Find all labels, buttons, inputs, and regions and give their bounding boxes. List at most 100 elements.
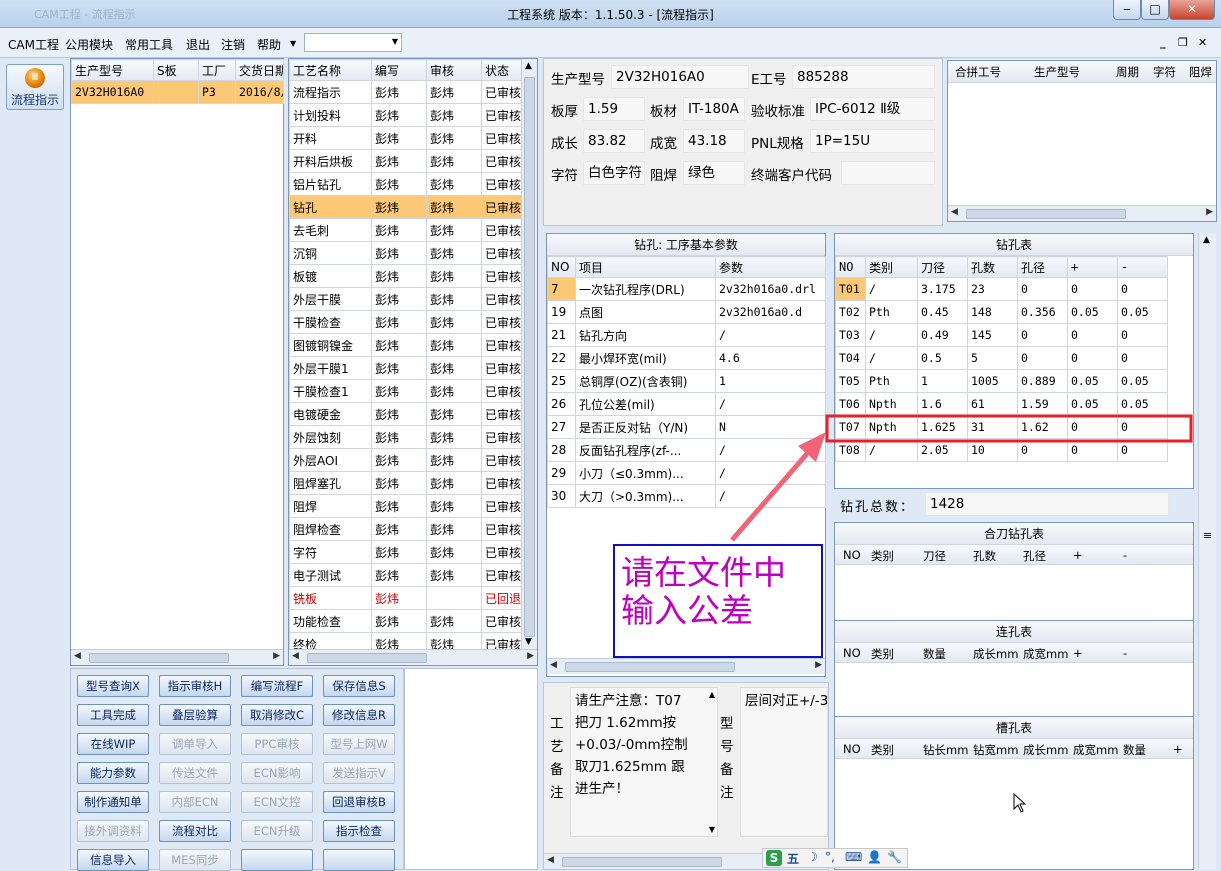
table-row[interactable]: 外层干膜 彭炜 彭炜 已审核 — [289, 287, 522, 311]
punctuation-icon[interactable]: °, — [825, 850, 835, 864]
action-button-26[interactable] — [241, 849, 313, 871]
sogou-icon[interactable]: S — [766, 850, 782, 866]
legend-field[interactable]: 白色字符 — [583, 161, 645, 185]
minimize-button[interactable]: ‒ — [1113, 0, 1141, 20]
action-button-3[interactable]: 保存信息S — [323, 675, 395, 697]
action-button-10[interactable]: PPC审核 — [241, 733, 313, 755]
action-button-9[interactable]: 调单导入 — [159, 733, 231, 755]
col-header-process[interactable]: 工艺名称 — [289, 59, 372, 81]
action-button-0[interactable]: 型号查询X — [77, 675, 149, 697]
col-header-no[interactable]: NO — [547, 256, 576, 278]
user-icon[interactable]: 👤 — [867, 850, 882, 864]
col-header-quantity[interactable]: 数量 — [923, 646, 946, 662]
table-row[interactable]: 阻焊检查 彭炜 彭炜 已审核 — [289, 517, 522, 541]
menu-exit[interactable]: 退出 — [186, 36, 210, 53]
col-header-combine-cycle[interactable]: 周期 — [1116, 64, 1139, 80]
col-header-no[interactable]: NO — [843, 548, 861, 562]
table-row[interactable]: 30 大刀（>0.3mm)... / — [547, 484, 826, 508]
table-row[interactable]: 21 钻孔方向 / — [547, 323, 826, 347]
action-button-2[interactable]: 编写流程F — [241, 675, 313, 697]
col-header-quantity[interactable]: 数量 — [1123, 742, 1146, 758]
action-button-22[interactable]: ECN升级 — [241, 820, 313, 842]
action-button-27[interactable] — [323, 849, 395, 871]
col-header-plus-tol[interactable]: + — [1073, 646, 1083, 660]
process-note-textarea[interactable]: 请生产注意：T07 把刀 1.62mm按 +0.03/-0mm控制 取刀1.62… — [570, 687, 718, 837]
table-row[interactable]: 干膜检查1 彭炜 彭炜 已审核 — [289, 379, 522, 403]
length-field[interactable]: 83.82 — [583, 129, 645, 153]
menu-help[interactable]: 帮助 — [257, 36, 281, 53]
table-row[interactable]: T02 Pth 0.45 148 0.356 0.05 0.05 — [835, 300, 1168, 324]
col-header-type[interactable]: 类别 — [871, 548, 894, 564]
action-button-20[interactable]: 接外调资料 — [77, 820, 149, 842]
action-button-24[interactable]: 信息导入 — [77, 849, 149, 871]
col-header-hole-count[interactable]: 孔数 — [967, 256, 1018, 278]
table-row[interactable]: 27 是否正反对钻（Y/N) N — [547, 415, 826, 439]
col-header-plus-tol[interactable]: + — [1073, 548, 1083, 562]
action-button-25[interactable]: MES同步 — [159, 849, 231, 871]
scroll-up-icon[interactable]: ▲ — [709, 690, 715, 699]
table-row[interactable]: 阻焊塞孔 彭炜 彭炜 已审核 — [289, 471, 522, 495]
process-list-hscroll[interactable]: ◀ ▶ — [289, 649, 537, 665]
table-row[interactable]: T01/3.175 23 0 0 0 — [835, 277, 1168, 301]
table-row[interactable]: 外层AOI 彭炜 彭炜 已审核 — [289, 448, 522, 472]
action-button-21[interactable]: 流程对比 — [159, 820, 231, 842]
menu-common-modules[interactable]: 公用模块 — [65, 36, 113, 53]
table-row[interactable]: 开料 彭炜 彭炜 已审核 — [289, 126, 522, 150]
col-header-no[interactable]: NO — [843, 742, 861, 756]
table-row[interactable]: 铝片钻孔 彭炜 彭炜 已审核 — [289, 172, 522, 196]
col-header-status[interactable]: 状态 — [481, 59, 522, 81]
table-row[interactable]: T06 Npth 1.6 61 1.59 0.05 0.05 — [835, 392, 1168, 416]
col-header-combine-eno[interactable]: 合拼工号 — [955, 64, 1001, 80]
col-header-combine-legend[interactable]: 字符 — [1153, 64, 1176, 80]
table-row[interactable]: 字符 彭炜 彭炜 已审核 — [289, 540, 522, 564]
col-header-finished-length[interactable]: 成长mm — [973, 646, 1018, 662]
col-header-minus-tol[interactable]: - — [1123, 646, 1127, 660]
table-row[interactable]: 电镀硬金 彭炜 彭炜 已审核 — [289, 402, 522, 426]
table-row[interactable]: T05 Pth 1 1005 0.889 0.05 0.05 — [835, 369, 1168, 393]
col-header-finished-width[interactable]: 成宽mm — [1073, 742, 1118, 758]
col-header-reviewer[interactable]: 审核 — [426, 59, 482, 81]
width-field[interactable]: 43.18 — [683, 129, 745, 153]
model-note-textarea[interactable]: 层间对正+/-3 — [740, 687, 828, 837]
col-header-finished-width[interactable]: 成宽mm — [1023, 646, 1068, 662]
col-header-type[interactable]: 类别 — [871, 742, 894, 758]
table-row[interactable]: 开料后烘板 彭炜 彭炜 已审核 — [289, 149, 522, 173]
right-vscroll[interactable]: ▲ ≡ — [1198, 233, 1216, 869]
flow-indication-button[interactable]: Ⅲ 流程指示 — [6, 64, 64, 110]
settings-icon[interactable]: 🔧 — [887, 850, 902, 864]
menu-logout[interactable]: 注销 — [221, 36, 245, 53]
menu-tools[interactable]: 常用工具 — [125, 36, 173, 53]
model-list-hscroll[interactable]: ◀ ▶ — [71, 649, 283, 665]
table-row[interactable]: 沉铜 彭炜 彭炜 已审核 — [289, 241, 522, 265]
col-header-factory[interactable]: 工厂 — [198, 59, 236, 81]
table-row[interactable]: 2V32H016A0 P3 2016/8/ — [71, 80, 284, 104]
col-header-tool-diameter[interactable]: 刀径 — [917, 256, 968, 278]
table-row[interactable]: 7 一次钻孔程序(DRL) 2v32h016a0.drl — [547, 277, 826, 301]
col-header-minus-tol[interactable]: - — [1117, 256, 1168, 278]
maximize-button[interactable]: □ — [1141, 0, 1169, 20]
col-header-s-board[interactable]: S板 — [153, 59, 199, 81]
col-header-model[interactable]: 生产型号 — [71, 59, 154, 81]
close-button[interactable]: ✕ — [1169, 0, 1215, 20]
col-header-combine-model[interactable]: 生产型号 — [1034, 64, 1080, 80]
col-header-type[interactable]: 类别 — [865, 256, 918, 278]
menu-overflow-icon[interactable]: ▼ — [290, 39, 296, 48]
module-combo[interactable]: ▼ — [304, 33, 402, 52]
col-header-hole-count[interactable]: 孔数 — [973, 548, 996, 564]
material-field[interactable]: IT-180A — [683, 97, 745, 121]
table-row[interactable]: 功能检查 彭炜 彭炜 已审核 — [289, 609, 522, 633]
table-row[interactable]: T07 Npth 1.625 31 1.62 0 0 — [835, 415, 1168, 439]
col-header-tool-no[interactable]: NO — [835, 256, 866, 278]
col-header-tool-diameter[interactable]: 刀径 — [923, 548, 946, 564]
table-row[interactable]: 钻孔 彭炜 彭炜 已审核 — [289, 195, 522, 219]
table-row[interactable]: 流程指示 彭炜 彭炜 已审核 — [289, 80, 522, 104]
table-row[interactable]: 图镀铜镍金 彭炜 彭炜 已审核 — [289, 333, 522, 357]
col-header-hole-diameter[interactable]: 孔径 — [1017, 256, 1068, 278]
mdi-minimize-button[interactable]: _ — [1160, 36, 1166, 49]
mdi-restore-button[interactable]: ❐ — [1178, 36, 1188, 49]
table-row[interactable]: T04/0.5 5 0 0 0 — [835, 346, 1168, 370]
col-header-drill-width[interactable]: 钻宽mm — [973, 742, 1018, 758]
col-header-hole-diameter[interactable]: 孔径 — [1023, 548, 1046, 564]
action-button-23[interactable]: 指示检查 — [323, 820, 395, 842]
eno-field[interactable]: 885288 — [792, 65, 935, 89]
